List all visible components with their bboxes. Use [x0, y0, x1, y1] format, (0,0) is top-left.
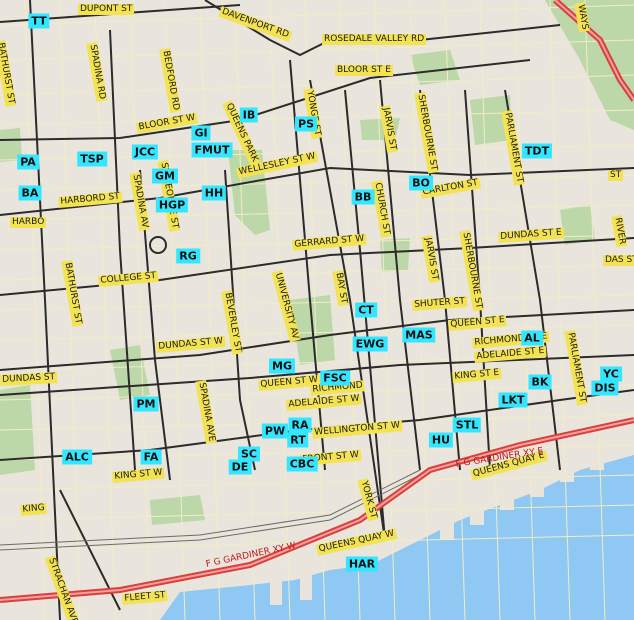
marker-jcc[interactable]: JCC	[131, 144, 159, 160]
street-label: DUPONT ST	[78, 4, 135, 15]
marker-ra[interactable]: RA	[288, 417, 312, 433]
street-label: DAS ST	[603, 255, 634, 266]
marker-de[interactable]: DE	[228, 459, 252, 475]
marker-pm[interactable]: PM	[133, 396, 159, 412]
marker-ewg[interactable]: EWG	[352, 336, 388, 352]
marker-stl[interactable]: STL	[452, 417, 482, 433]
street-label: HARBO	[10, 217, 47, 228]
marker-hu[interactable]: HU	[428, 432, 454, 448]
marker-har[interactable]: HAR	[345, 556, 379, 572]
marker-cbc[interactable]: CBC	[286, 456, 318, 472]
marker-pa[interactable]: PA	[17, 154, 39, 170]
map-canvas[interactable]: DUPONT ST DAVENPORT RD ROSEDALE VALLEY R…	[0, 0, 634, 620]
street-label: ST	[608, 170, 624, 181]
marker-ib[interactable]: IB	[239, 107, 259, 123]
marker-gi[interactable]: GI	[191, 125, 211, 141]
marker-bo[interactable]: BO	[409, 175, 433, 191]
marker-dis[interactable]: DIS	[591, 380, 619, 396]
street-label: BLOOR ST E	[335, 65, 393, 76]
marker-rt[interactable]: RT	[287, 432, 309, 448]
marker-bk[interactable]: BK	[528, 374, 552, 390]
marker-rg[interactable]: RG	[176, 248, 200, 264]
marker-gm[interactable]: GM	[152, 168, 178, 184]
street-label: ROSEDALE VALLEY RD	[322, 34, 427, 45]
marker-mas[interactable]: MAS	[402, 327, 436, 343]
marker-tsp[interactable]: TSP	[77, 151, 107, 167]
marker-yc[interactable]: YC	[600, 366, 622, 382]
marker-al[interactable]: AL	[521, 330, 543, 346]
marker-lkt[interactable]: LKT	[498, 392, 528, 408]
marker-tt[interactable]: TT	[28, 13, 50, 29]
marker-tdt[interactable]: TDT	[521, 143, 553, 159]
marker-fsc[interactable]: FSC	[320, 370, 350, 386]
marker-hgp[interactable]: HGP	[155, 197, 189, 213]
street-label: KING	[20, 502, 48, 516]
marker-fa[interactable]: FA	[140, 449, 162, 465]
marker-ps[interactable]: PS	[295, 116, 317, 132]
marker-mg[interactable]: MG	[269, 358, 295, 374]
marker-hh[interactable]: HH	[201, 185, 227, 201]
marker-ba[interactable]: BA	[18, 185, 42, 201]
marker-pw[interactable]: PW	[261, 423, 289, 439]
marker-alc[interactable]: ALC	[62, 449, 92, 465]
marker-ct[interactable]: CT	[355, 302, 377, 318]
marker-fmut[interactable]: FMUT	[191, 142, 233, 158]
marker-bb[interactable]: BB	[351, 189, 375, 205]
